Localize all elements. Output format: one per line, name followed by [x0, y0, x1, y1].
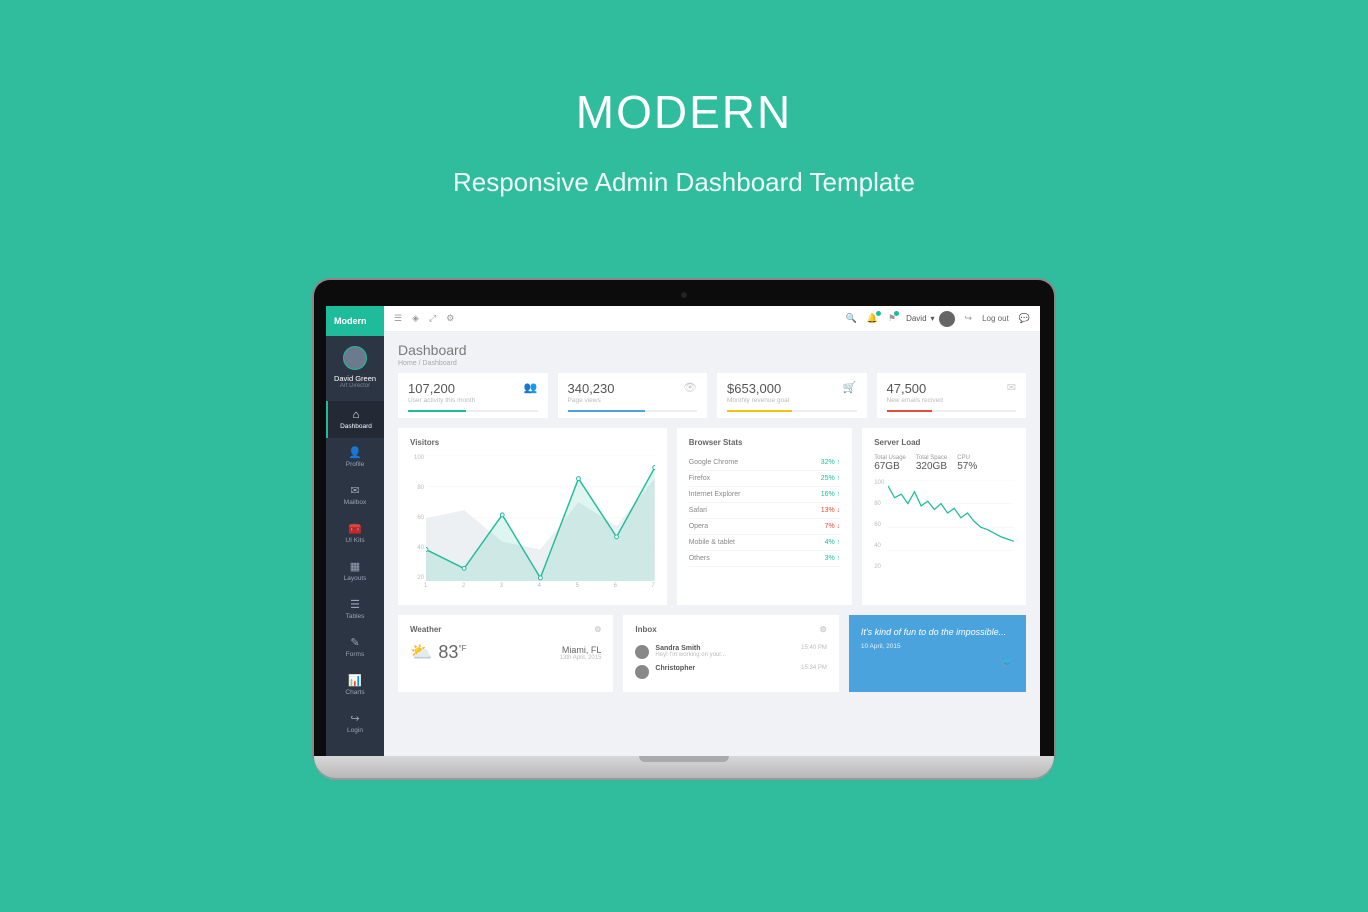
browser-stats-panel: Browser Stats Google Chrome32% ↑Firefox2… — [677, 428, 852, 605]
sidebar-item-profile[interactable]: 👤Profile — [326, 438, 384, 476]
quote-panel: It's kind of fun to do the impossible...… — [849, 615, 1026, 692]
stat-icon: 👥 — [524, 381, 538, 394]
browser-row: Others3% ↑ — [689, 551, 840, 567]
layouts-icon: ▦ — [328, 560, 382, 573]
app-screen: Modern David Green Art Director ⌂Dashboa… — [326, 306, 1040, 756]
settings-icon[interactable]: ⚙ — [446, 313, 454, 324]
laptop-mockup: Modern David Green Art Director ⌂Dashboa… — [314, 280, 1054, 778]
expand-icon[interactable]: ⤢ — [429, 313, 436, 324]
dashboard-icon: ⌂ — [330, 409, 382, 421]
avatar — [635, 665, 649, 679]
notifications-icon[interactable]: 🔔 — [867, 313, 878, 324]
stat-row: 107,200User activity this month👥340,230P… — [398, 373, 1026, 418]
page-header: Dashboard Home / Dashboard — [384, 332, 1040, 373]
sidebar-item-forms[interactable]: ✎Forms — [326, 628, 384, 666]
forms-icon: ✎ — [328, 636, 382, 649]
server-chart: 10080604020 — [874, 480, 1014, 570]
stat-icon: 🛒 — [843, 381, 857, 394]
stat-card: 107,200User activity this month👥 — [398, 373, 548, 418]
sidebar-item-layouts[interactable]: ▦Layouts — [326, 552, 384, 590]
browser-row: Internet Explorer16% ↑ — [689, 487, 840, 503]
sidebar-item-login[interactable]: ↪Login — [326, 704, 384, 742]
stat-icon: ✉ — [1007, 381, 1016, 394]
mailbox-icon: ✉ — [328, 484, 382, 497]
inbox-panel: Inbox⚙ Sandra SmithHey! I'm working on y… — [623, 615, 838, 692]
inbox-message[interactable]: Christopher15:34 PM — [635, 662, 826, 682]
sidebar-item-ui-kits[interactable]: 🧰UI Kits — [326, 514, 384, 552]
avatar — [635, 645, 649, 659]
logout-label[interactable]: Log out — [982, 314, 1009, 323]
main: ☰ ◈ ⤢ ⚙ 🔍 🔔 ⚑ David▾ ↪ Log out 💬 — [384, 306, 1040, 756]
logout-icon[interactable]: ↪ — [965, 313, 973, 324]
stat-card: $653,000Monthly revenue goal🛒 — [717, 373, 867, 418]
gear-icon[interactable]: ⚙ — [594, 625, 601, 634]
chat-icon[interactable]: 💬 — [1019, 313, 1030, 324]
stat-card: 47,500New emails recived✉ — [877, 373, 1027, 418]
weather-panel: Weather⚙ ⛅ 83°F Miami, FL 13th April, 20… — [398, 615, 613, 692]
breadcrumb: Home / Dashboard — [398, 360, 1026, 367]
tables-icon: ☰ — [328, 598, 382, 611]
sidebar-item-mailbox[interactable]: ✉Mailbox — [326, 476, 384, 514]
topbar-avatar — [939, 311, 955, 327]
inbox-message[interactable]: Sandra SmithHey! I'm working on your...1… — [635, 642, 826, 662]
sidebar-item-tables[interactable]: ☰Tables — [326, 590, 384, 628]
menu-icon[interactable]: ☰ — [394, 313, 402, 324]
sidebar: Modern David Green Art Director ⌂Dashboa… — [326, 306, 384, 756]
stat-card: 340,230Page views👁 — [558, 373, 708, 418]
weather-icon: ⛅ — [410, 642, 432, 663]
visitors-panel: Visitors 10080604020 1234567 — [398, 428, 667, 605]
diamond-icon[interactable]: ◈ — [412, 313, 419, 324]
charts-icon: 📊 — [328, 674, 382, 687]
hero: MODERN Responsive Admin Dashboard Templa… — [0, 0, 1368, 198]
page-title: Dashboard — [398, 342, 1026, 358]
ui kits-icon: 🧰 — [328, 522, 382, 535]
topbar: ☰ ◈ ⤢ ⚙ 🔍 🔔 ⚑ David▾ ↪ Log out 💬 — [384, 306, 1040, 332]
search-icon[interactable]: 🔍 — [846, 313, 857, 324]
profile-name: David Green — [330, 374, 380, 383]
sidebar-item-charts[interactable]: 📊Charts — [326, 666, 384, 704]
hero-title: MODERN — [0, 85, 1368, 139]
browser-row: Firefox25% ↑ — [689, 471, 840, 487]
server-load-panel: Server Load Total Usage67GB Total Space3… — [862, 428, 1026, 605]
login-icon: ↪ — [328, 712, 382, 725]
flag-icon[interactable]: ⚑ — [888, 313, 896, 324]
profile-block[interactable]: David Green Art Director — [326, 336, 384, 401]
profile-role: Art Director — [330, 383, 380, 389]
avatar — [343, 346, 367, 370]
browser-row: Google Chrome32% ↑ — [689, 455, 840, 471]
gear-icon[interactable]: ⚙ — [820, 625, 827, 634]
twitter-icon: 🐦 — [861, 654, 1014, 668]
browser-row: Opera7% ↓ — [689, 519, 840, 535]
hero-subtitle: Responsive Admin Dashboard Template — [0, 167, 1368, 198]
weather-date: 13th April, 2015 — [560, 655, 602, 661]
profile-icon: 👤 — [328, 446, 382, 459]
user-dropdown[interactable]: David▾ — [906, 311, 954, 327]
browser-row: Safari13% ↓ — [689, 503, 840, 519]
visitors-chart: 10080604020 1234567 — [410, 455, 655, 595]
stat-icon: 👁 — [683, 381, 697, 394]
brand-logo[interactable]: Modern — [326, 306, 384, 336]
browser-row: Mobile & tablet4% ↑ — [689, 535, 840, 551]
weather-city: Miami, FL — [560, 645, 602, 655]
chevron-down-icon: ▾ — [931, 314, 935, 323]
sidebar-item-dashboard[interactable]: ⌂Dashboard — [326, 401, 384, 438]
